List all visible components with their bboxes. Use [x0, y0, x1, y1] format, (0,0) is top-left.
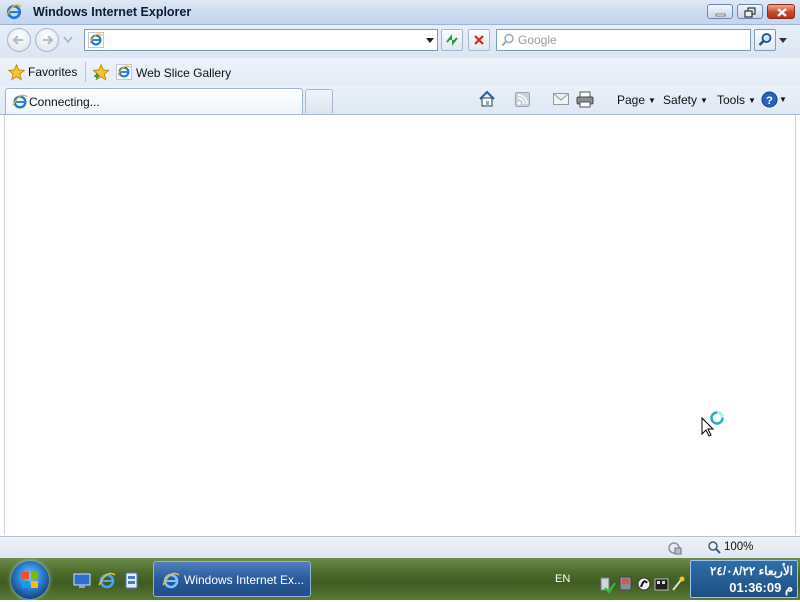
tab-bar: Connecting... Page ▼ Safety ▼ Tools ▼ ? ▼ — [0, 86, 800, 115]
clock[interactable]: الأربعاء ٢٤/٠٨/٢٢ 01:36:09 م — [690, 560, 798, 598]
svg-text:?: ? — [766, 95, 773, 107]
minimize-button[interactable] — [707, 4, 733, 19]
stop-button[interactable] — [468, 29, 490, 51]
refresh-icon — [446, 34, 458, 46]
start-button[interactable] — [11, 561, 49, 599]
address-dropdown-icon[interactable] — [422, 30, 438, 50]
taskbar: Windows Internet Ex... EN الأربعاء ٢٤/٠٨… — [0, 558, 800, 600]
show-desktop-icon[interactable] — [73, 573, 91, 589]
search-options-dropdown[interactable] — [778, 37, 788, 45]
search-go-button[interactable] — [754, 29, 776, 51]
address-input[interactable] — [107, 32, 407, 48]
window-title: Windows Internet Explorer — [33, 5, 192, 19]
close-button[interactable] — [767, 4, 795, 19]
chevron-down-icon[interactable]: ▼ — [779, 95, 787, 104]
chevron-down-icon: ▼ — [748, 96, 756, 105]
star-icon[interactable] — [8, 64, 25, 81]
address-bar[interactable] — [84, 29, 438, 51]
tab-label: Connecting... — [29, 95, 100, 109]
restore-icon — [744, 7, 756, 18]
taskbar-item-internet-explorer[interactable]: Windows Internet Ex... — [153, 561, 311, 597]
windows-logo-icon — [22, 572, 38, 588]
search-icon — [758, 33, 772, 46]
protected-mode-icon[interactable] — [667, 541, 683, 555]
home-icon[interactable] — [478, 90, 496, 108]
ie-icon — [116, 64, 132, 80]
chevron-down-icon: ▼ — [700, 96, 708, 105]
ie-page-icon — [88, 32, 104, 48]
close-icon — [777, 8, 787, 17]
ie-icon[interactable] — [98, 572, 116, 590]
taskbar-item-label: Windows Internet Ex... — [184, 573, 305, 587]
tools-menu[interactable]: Tools ▼ — [717, 93, 756, 107]
ie-icon — [162, 572, 180, 589]
search-bar[interactable] — [496, 29, 751, 51]
back-button[interactable] — [7, 28, 31, 52]
page-content[interactable] — [4, 115, 796, 535]
help-icon[interactable]: ? — [761, 91, 778, 108]
system-tray-icons[interactable] — [600, 574, 686, 594]
title-bar[interactable]: Windows Internet Explorer — [0, 0, 800, 25]
page-menu-label: Page — [617, 93, 646, 107]
search-input[interactable] — [518, 32, 743, 48]
language-indicator[interactable]: EN — [555, 573, 570, 585]
new-tab-button[interactable] — [305, 89, 333, 113]
feeds-icon[interactable] — [515, 92, 530, 107]
maximize-button[interactable] — [737, 4, 763, 19]
refresh-button[interactable] — [441, 29, 463, 51]
busy-cursor-icon — [701, 411, 724, 437]
ie-icon — [6, 4, 22, 20]
stop-icon — [474, 35, 484, 45]
forward-icon — [43, 35, 54, 45]
safety-menu[interactable]: Safety ▼ — [663, 93, 708, 107]
favorites-bar: Favorites Web Slice Gallery — [0, 58, 800, 86]
safety-menu-label: Safety — [663, 93, 698, 107]
add-favorite-icon[interactable] — [92, 64, 110, 81]
chevron-down-icon: ▼ — [648, 96, 656, 105]
zoom-level[interactable]: 100% — [724, 541, 753, 553]
tab-active[interactable]: Connecting... — [5, 88, 303, 114]
forward-button[interactable] — [35, 28, 59, 52]
print-icon[interactable] — [576, 91, 594, 108]
ie-icon — [12, 94, 28, 109]
clock-time: 01:36:09 م — [729, 580, 793, 595]
zoom-icon[interactable] — [707, 540, 721, 554]
status-bar: 100% — [0, 536, 800, 558]
divider — [85, 62, 86, 82]
navigation-bar — [0, 25, 800, 58]
back-icon — [12, 35, 23, 45]
tools-menu-label: Tools — [717, 93, 746, 107]
mail-icon[interactable] — [553, 93, 569, 105]
clock-date: الأربعاء ٢٤/٠٨/٢٢ — [709, 564, 793, 578]
favorites-item-web-slice-gallery[interactable]: Web Slice Gallery — [136, 66, 231, 80]
favorites-button[interactable]: Favorites — [28, 65, 77, 79]
recent-pages-dropdown[interactable] — [63, 36, 73, 44]
minimize-icon — [715, 13, 726, 17]
page-menu[interactable]: Page ▼ — [617, 93, 656, 107]
search-icon — [501, 33, 514, 47]
switch-windows-icon[interactable] — [124, 572, 140, 590]
